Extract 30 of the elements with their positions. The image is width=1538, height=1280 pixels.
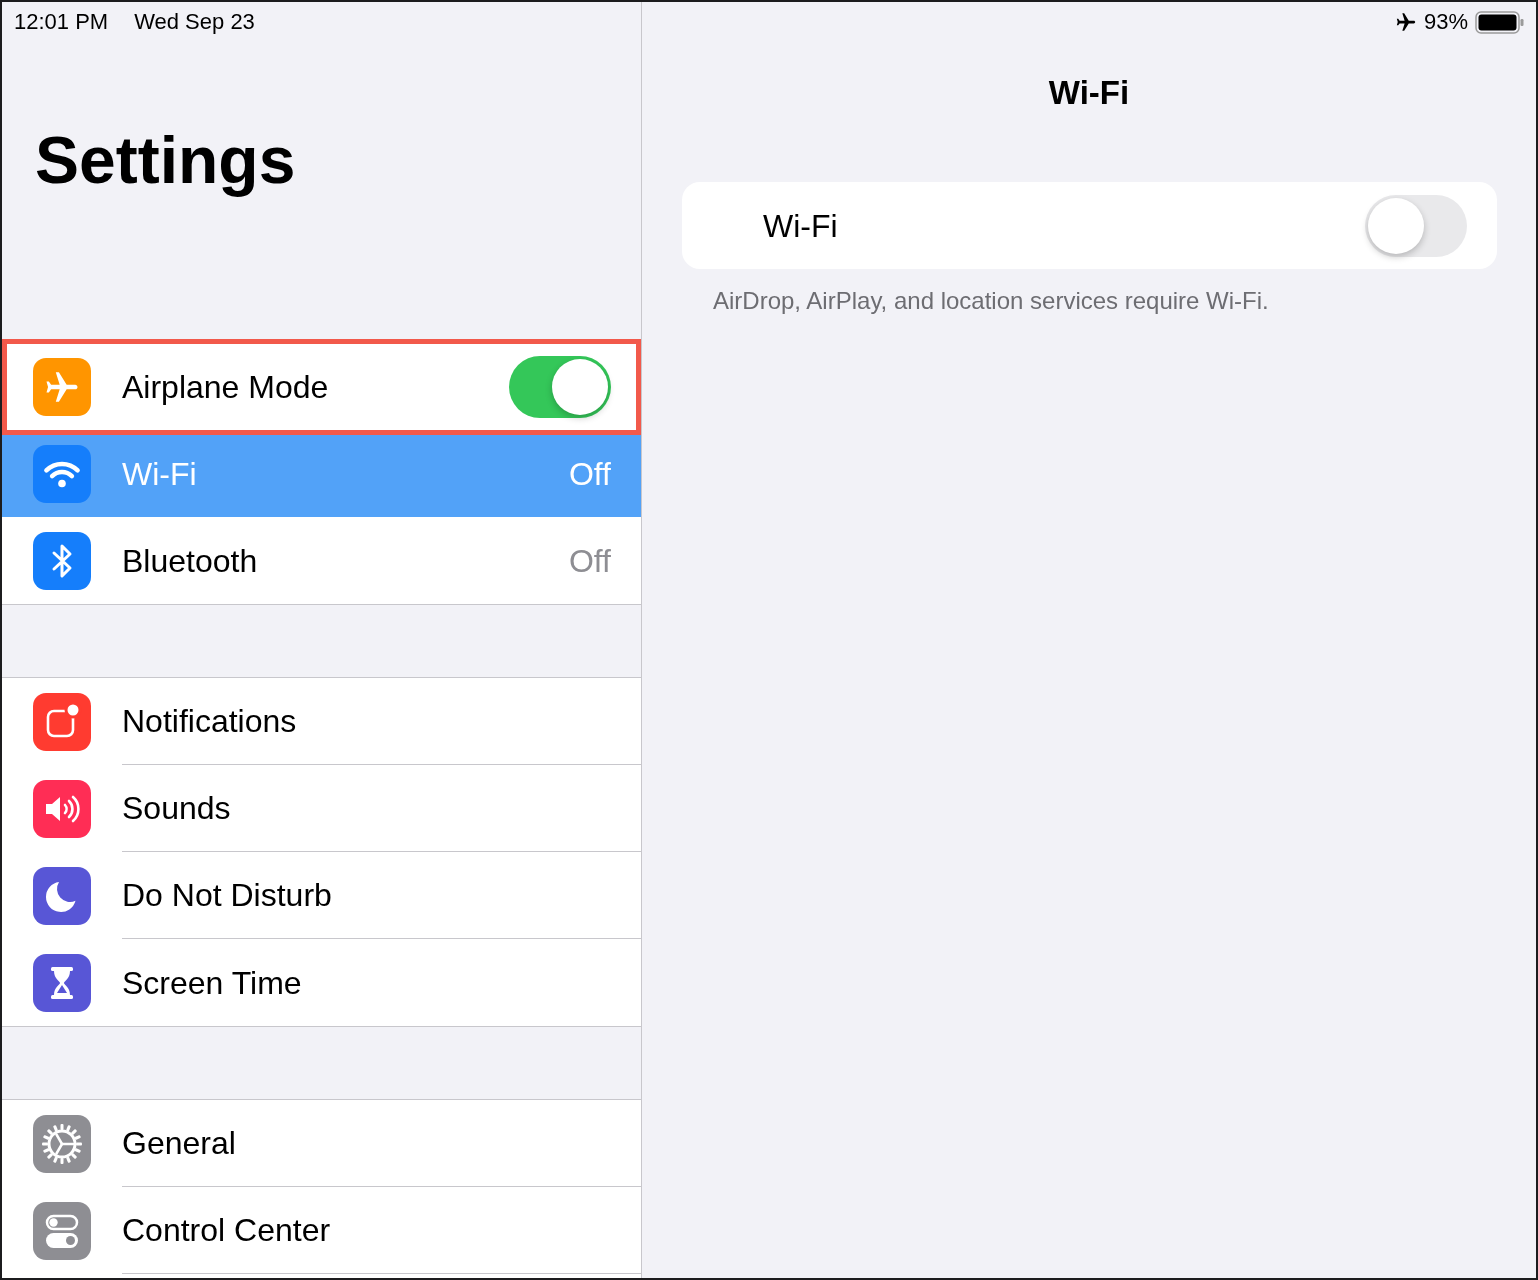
row-label: Sounds — [122, 792, 231, 824]
airplane-icon — [33, 357, 91, 416]
toggle-label: Wi-Fi — [763, 209, 838, 242]
row-label: Wi-Fi — [122, 457, 197, 490]
row-label: Do Not Disturb — [122, 879, 332, 911]
status-time: 12:01 PM — [14, 11, 109, 33]
switches-icon — [33, 1201, 91, 1260]
speaker-icon — [33, 779, 91, 838]
bluetooth-icon — [33, 531, 91, 590]
status-date: Wed Sep 23 — [134, 11, 255, 33]
row-value: Off — [568, 544, 611, 577]
row-label: Control Center — [122, 1214, 331, 1246]
row-label: Screen Time — [122, 966, 302, 999]
gear-icon — [33, 1114, 91, 1173]
row-label: General — [122, 1127, 236, 1159]
detail-title: Wi-Fi — [1048, 75, 1130, 109]
row-label: Airplane Mode — [122, 370, 329, 403]
toggle-switch[interactable] — [1365, 194, 1467, 257]
battery-percentage: 93% — [1423, 11, 1468, 33]
notification-icon — [33, 692, 91, 751]
airplane-icon — [1394, 11, 1417, 33]
toggle-switch[interactable] — [509, 355, 611, 418]
row-label: Bluetooth — [122, 544, 258, 577]
row-label: Notifications — [122, 705, 297, 737]
hourglass-icon — [33, 953, 91, 1012]
row-value: Off — [568, 457, 611, 490]
footer-note: AirDrop, AirPlay, and location services require Wi-Fi. — [713, 286, 1269, 316]
wifi-icon — [33, 444, 91, 503]
battery-icon — [1475, 10, 1524, 34]
moon-icon — [33, 866, 91, 925]
